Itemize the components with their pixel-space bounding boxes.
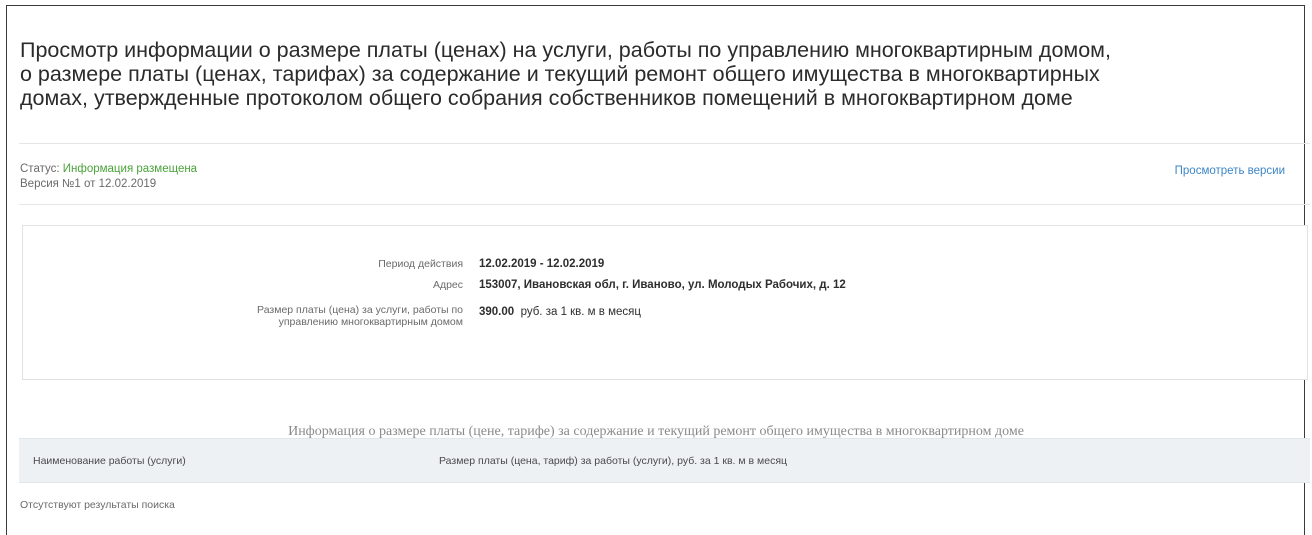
address-value: 153007, Ивановская обл, г. Иваново, ул. … [479, 279, 846, 292]
address-label: Адрес [432, 279, 463, 291]
page-title: Просмотр информации о размере платы (цен… [20, 38, 1300, 110]
status-value: Информация размещена [62, 163, 198, 175]
period-value: 12.02.2019 - 12.02.2019 [479, 258, 604, 271]
version-info: Версия №1 от 12.02.2019 [20, 178, 157, 190]
title-divider [19, 143, 1310, 144]
details-panel: Период действия 12.02.2019 - 12.02.2019 … [22, 225, 1308, 380]
fee-value: 390.00 руб. за 1 кв. м в месяц [479, 306, 641, 319]
column-header-fee: Размер платы (цена, тариф) за работы (ус… [439, 455, 788, 467]
period-label: Период действия [378, 258, 463, 270]
fee-label: Размер платы (цена) за услуги, работы по… [257, 304, 463, 328]
column-header-work-name: Наименование работы (услуги) [33, 455, 186, 467]
status-label: Статус: [20, 163, 60, 175]
fee-unit: руб. за 1 кв. м в месяц [520, 306, 641, 318]
page-title-line-3: домах, утвержденные протоколом общего со… [20, 86, 1073, 110]
period-value-text: 12.02.2019 - 12.02.2019 [479, 258, 605, 270]
page-title-line-1: Просмотр информации о размере платы (цен… [20, 38, 1111, 62]
fee-amount: 390.00 [479, 306, 515, 318]
address-value-text: 153007, Ивановская обл, г. Иваново, ул. … [479, 279, 846, 291]
empty-results-message: Отсутствуют результаты поиска [20, 499, 175, 511]
table-header: Наименование работы (услуги) Размер плат… [19, 438, 1310, 483]
status-divider [19, 204, 1310, 205]
view-versions-link[interactable]: Просмотреть версии [1175, 165, 1285, 177]
status-line: Статус: Информация размещена [20, 162, 197, 177]
page-title-line-2: о размере платы (ценах, тарифах) за соде… [20, 62, 1100, 86]
status-block: Статус: Информация размещена Версия №1 о… [20, 162, 197, 192]
